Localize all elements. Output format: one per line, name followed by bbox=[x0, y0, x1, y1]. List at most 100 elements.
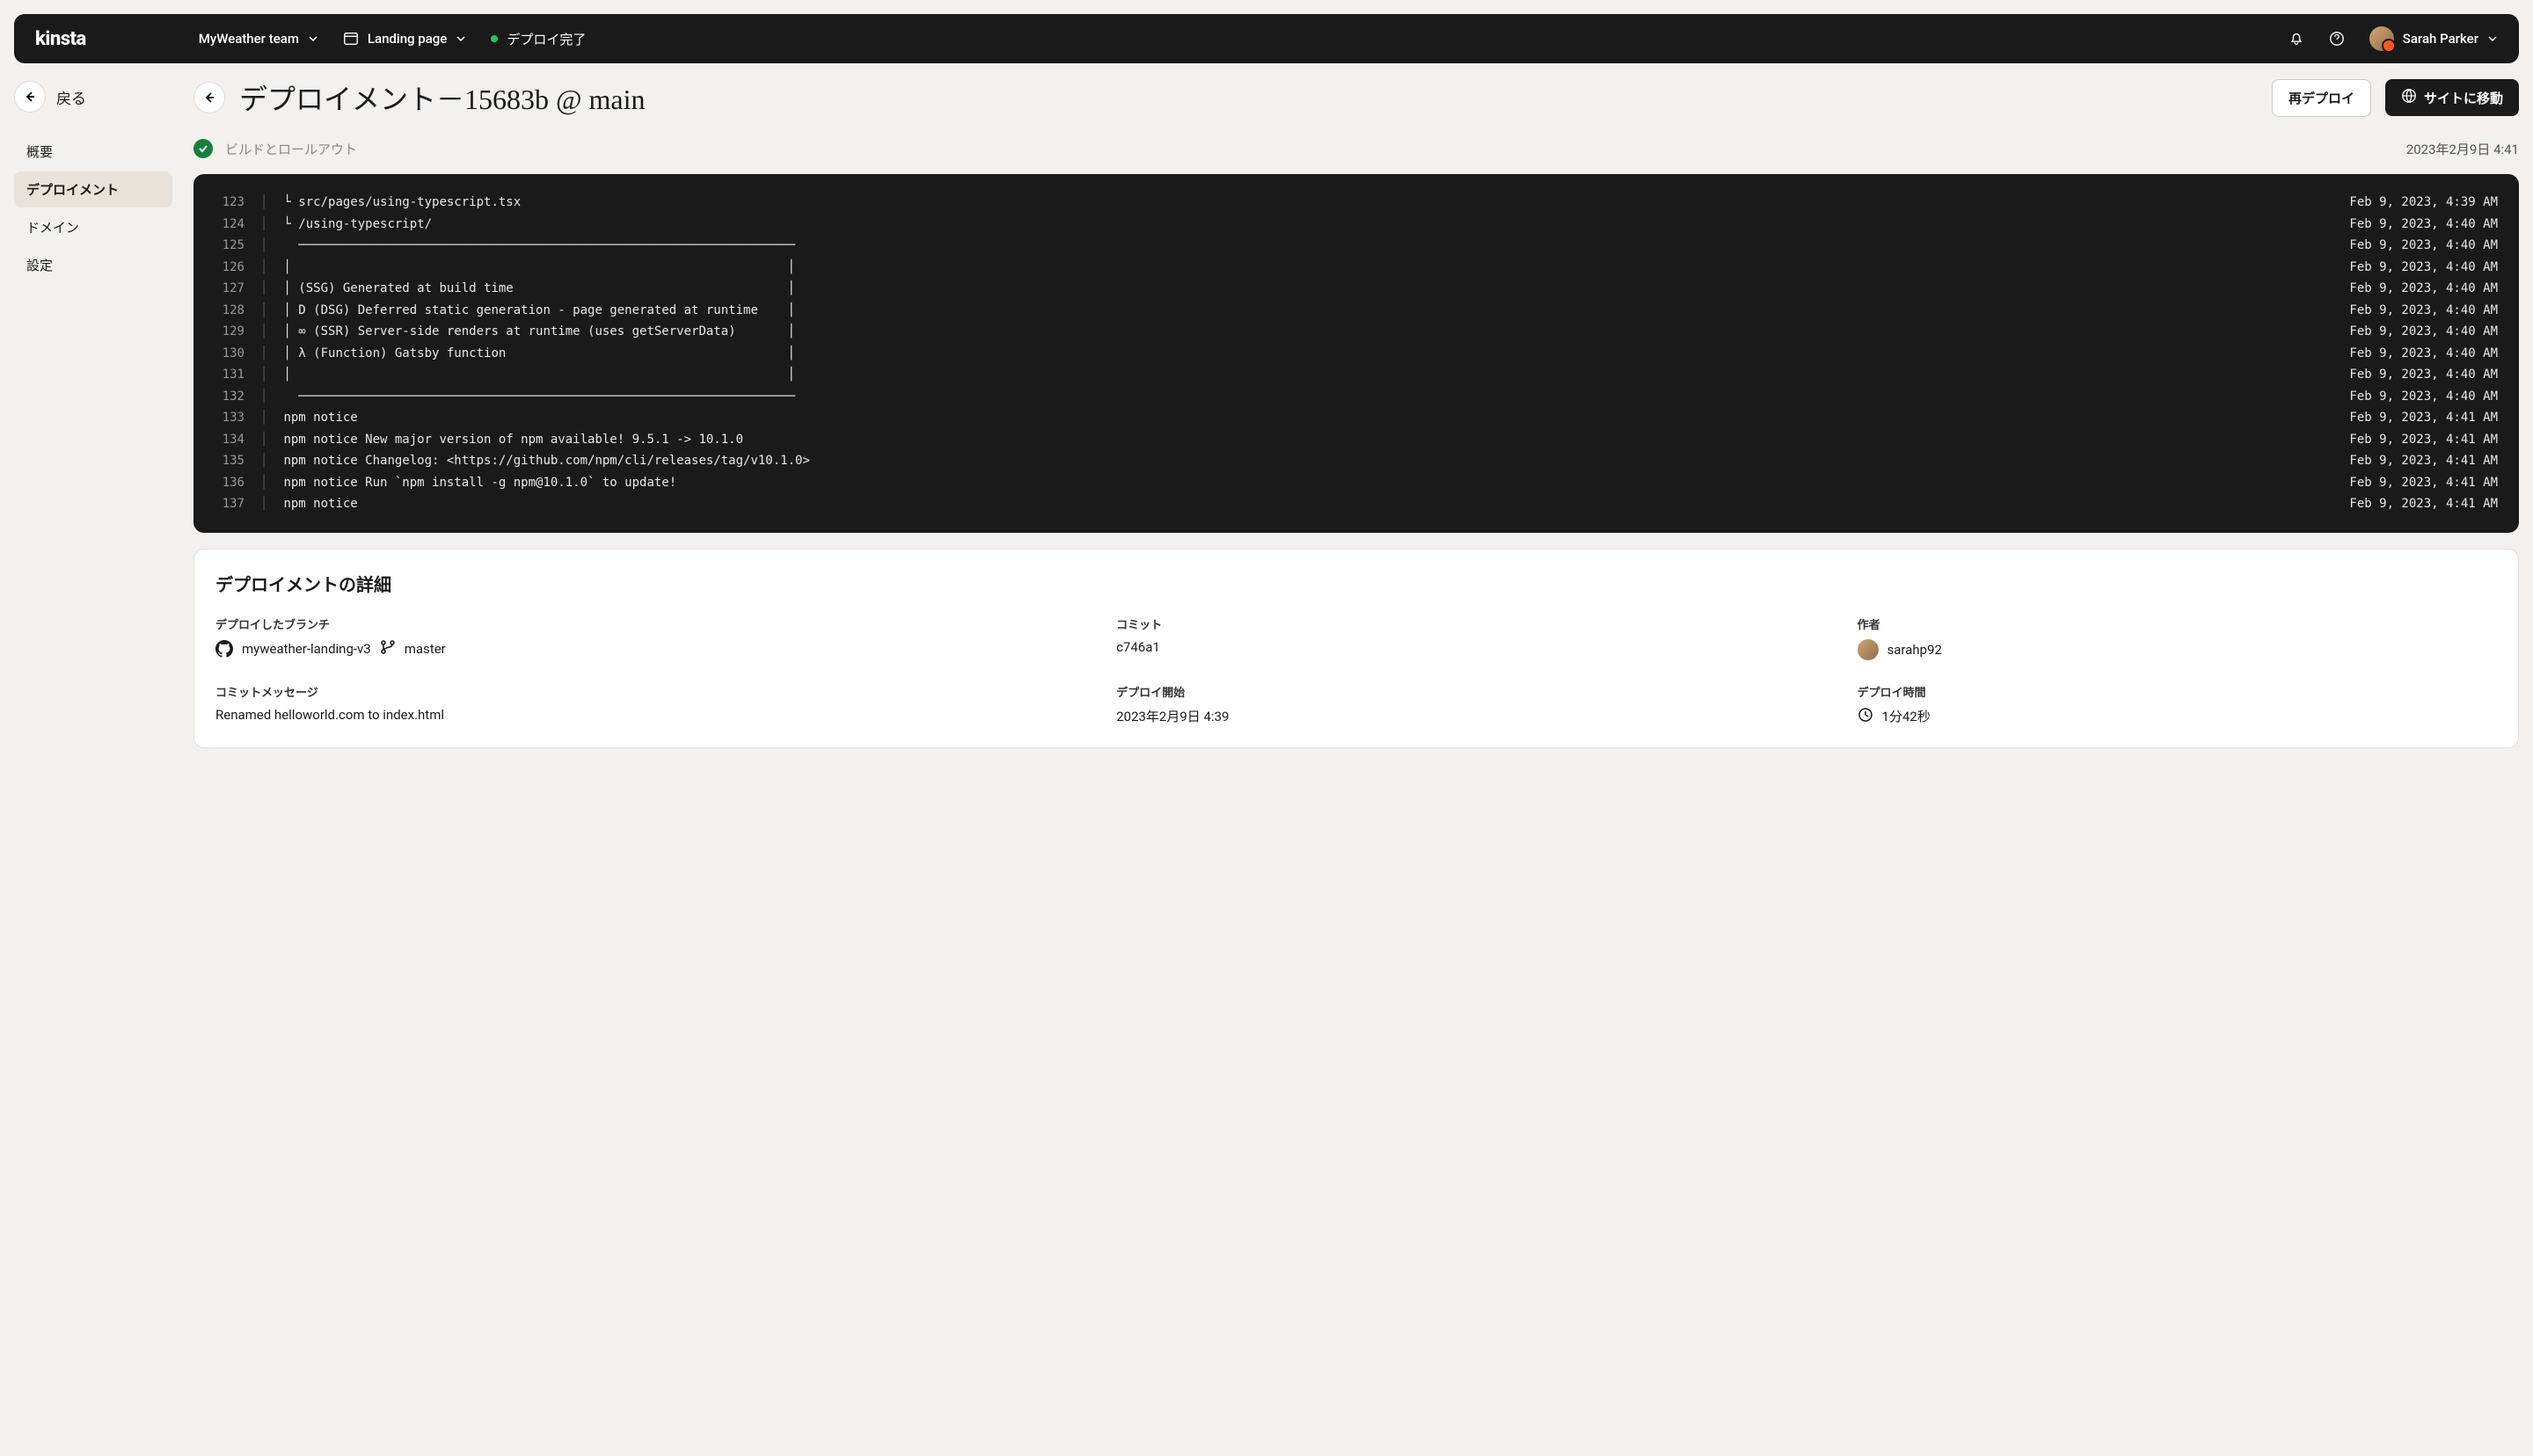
line-number: 133 bbox=[215, 407, 245, 429]
log-divider: │ bbox=[260, 429, 267, 451]
details-heading: デプロイメントの詳細 bbox=[215, 571, 2497, 596]
deployment-details-card: デプロイメントの詳細 デプロイしたブランチ myweather-landing-… bbox=[193, 549, 2519, 748]
log-row: 135 │ npm notice Changelog: <https://githu… bbox=[215, 450, 2498, 472]
duration-label: デプロイ時間 bbox=[1858, 683, 2497, 700]
log-message: │ ∞ (SSR) Server-side renders at runtime… bbox=[283, 321, 2333, 343]
log-divider: │ bbox=[260, 192, 267, 214]
chevron-down-icon bbox=[2487, 33, 2498, 44]
line-number: 130 bbox=[215, 343, 245, 365]
status-label: デプロイ完了 bbox=[507, 30, 586, 48]
browser-icon bbox=[343, 31, 359, 47]
log-timestamp: Feb 9, 2023, 4:41 AM bbox=[2349, 472, 2498, 494]
log-divider: │ bbox=[260, 257, 267, 279]
log-message: │ │ bbox=[283, 364, 2333, 386]
log-message: │ (SSG) Generated at build time │ bbox=[283, 278, 2333, 300]
status-dot-icon bbox=[491, 35, 498, 42]
repo-name: myweather-landing-v3 bbox=[242, 641, 371, 657]
log-row: 129││ ∞ (SSR) Server-side renders at run… bbox=[215, 321, 2498, 343]
log-message: └ /using-typescript/ bbox=[283, 214, 2333, 236]
line-number: 126 bbox=[215, 257, 245, 279]
project-selector[interactable]: Landing page bbox=[343, 31, 466, 47]
sidebar-item-1[interactable]: デプロイメント bbox=[14, 171, 172, 207]
log-message: ────────────────────────────────────────… bbox=[283, 386, 2333, 408]
log-message: └ src/pages/using-typescript.tsx bbox=[283, 192, 2333, 214]
log-row: 123│└ src/pages/using-typescript.tsxFeb … bbox=[215, 192, 2498, 214]
help-icon[interactable] bbox=[2329, 31, 2345, 47]
log-row: 128││ D (DSG) Deferred static generation… bbox=[215, 300, 2498, 322]
redeploy-button[interactable]: 再デプロイ bbox=[2272, 79, 2371, 117]
page-title: デプロイメント－15683b @ main bbox=[239, 77, 645, 118]
line-number: 135 bbox=[215, 450, 245, 472]
log-message: npm notice bbox=[283, 407, 2333, 429]
user-name: Sarah Parker bbox=[2403, 31, 2478, 47]
line-number: 127 bbox=[215, 278, 245, 300]
logo: kinsta bbox=[35, 28, 86, 50]
log-row: 124 │ └ /using-typescript/Feb 9, 2023, 4:4… bbox=[215, 214, 2498, 236]
avatar bbox=[2369, 26, 2394, 51]
log-divider: │ bbox=[260, 472, 267, 494]
log-timestamp: Feb 9, 2023, 4:41 AM bbox=[2349, 407, 2498, 429]
line-number: 124 bbox=[215, 214, 245, 236]
line-number: 131 bbox=[215, 364, 245, 386]
log-timestamp: Feb 9, 2023, 4:41 AM bbox=[2349, 493, 2498, 515]
build-log-terminal[interactable]: 123│└ src/pages/using-typescript.tsxFeb … bbox=[193, 174, 2519, 533]
author-label: 作者 bbox=[1858, 615, 2497, 632]
team-name: MyWeather team bbox=[199, 31, 299, 47]
log-message: │ │ bbox=[283, 257, 2333, 279]
project-name: Landing page bbox=[368, 31, 447, 47]
sidebar-item-2[interactable]: ドメイン bbox=[14, 209, 172, 245]
bell-icon[interactable] bbox=[2288, 31, 2304, 47]
sidebar-item-3[interactable]: 設定 bbox=[14, 247, 172, 283]
log-divider: │ bbox=[260, 364, 267, 386]
author-name: sarahp92 bbox=[1887, 642, 1942, 658]
log-row: 134 │ npm notice New major version of npm … bbox=[215, 429, 2498, 451]
deploy-status: デプロイ完了 bbox=[491, 30, 586, 48]
commit-label: コミット bbox=[1116, 615, 1836, 632]
log-message: npm notice Changelog: <https://github.co… bbox=[283, 450, 2333, 472]
log-timestamp: Feb 9, 2023, 4:40 AM bbox=[2349, 364, 2498, 386]
log-divider: │ bbox=[260, 450, 267, 472]
branch-label: デプロイしたブランチ bbox=[215, 615, 1095, 632]
check-circle-icon bbox=[193, 139, 213, 158]
visit-site-label: サイトに移動 bbox=[2424, 89, 2503, 107]
log-divider: │ bbox=[260, 214, 267, 236]
log-timestamp: Feb 9, 2023, 4:40 AM bbox=[2349, 321, 2498, 343]
log-message: npm notice New major version of npm avai… bbox=[283, 429, 2333, 451]
log-timestamp: Feb 9, 2023, 4:40 AM bbox=[2349, 214, 2498, 236]
chevron-down-icon bbox=[308, 33, 318, 44]
log-row: 126││ │Feb 9, 2023, 4:40 AM bbox=[215, 257, 2498, 279]
log-timestamp: Feb 9, 2023, 4:39 AM bbox=[2349, 192, 2498, 214]
sidebar-item-0[interactable]: 概要 bbox=[14, 134, 172, 170]
git-branch-icon bbox=[380, 639, 396, 659]
line-number: 134 bbox=[215, 429, 245, 451]
sidebar: 戻る 概要デプロイメントドメイン設定 bbox=[14, 77, 172, 748]
back-button[interactable]: 戻る bbox=[14, 77, 172, 116]
chevron-down-icon bbox=[456, 33, 466, 44]
top-navbar: kinsta MyWeather team Landing page デプロイ完… bbox=[14, 14, 2519, 63]
log-timestamp: Feb 9, 2023, 4:40 AM bbox=[2349, 300, 2498, 322]
log-timestamp: Feb 9, 2023, 4:40 AM bbox=[2349, 235, 2498, 257]
clock-icon bbox=[1858, 707, 1873, 726]
line-number: 132 bbox=[215, 386, 245, 408]
log-divider: │ bbox=[260, 343, 267, 365]
log-divider: │ bbox=[260, 278, 267, 300]
log-row: 136│npm notice Run `npm install -g npm@1… bbox=[215, 472, 2498, 494]
arrow-left-icon[interactable] bbox=[14, 81, 46, 113]
build-status-text: ビルドとロールアウト bbox=[225, 140, 2394, 158]
log-message: npm notice bbox=[283, 493, 2333, 515]
branch-name: master bbox=[405, 641, 446, 657]
line-number: 128 bbox=[215, 300, 245, 322]
back-circle-button[interactable] bbox=[193, 82, 225, 113]
deploy-start-value: 2023年2月9日 4:39 bbox=[1116, 707, 1836, 725]
line-number: 129 bbox=[215, 321, 245, 343]
user-menu[interactable]: Sarah Parker bbox=[2369, 26, 2498, 51]
team-selector[interactable]: MyWeather team bbox=[199, 31, 318, 47]
line-number: 125 bbox=[215, 235, 245, 257]
log-row: 133│npm noticeFeb 9, 2023, 4:41 AM bbox=[215, 407, 2498, 429]
back-label: 戻る bbox=[56, 86, 86, 108]
log-row: 131 │ │ │ Feb 9, 2023, 4:40 AM bbox=[215, 364, 2498, 386]
commit-msg: Renamed helloworld.com to index.html bbox=[215, 707, 1095, 723]
log-row: 132│ ───────────────────────────────────… bbox=[215, 386, 2498, 408]
log-timestamp: Feb 9, 2023, 4:41 AM bbox=[2349, 429, 2498, 451]
visit-site-button[interactable]: サイトに移動 bbox=[2385, 79, 2519, 116]
